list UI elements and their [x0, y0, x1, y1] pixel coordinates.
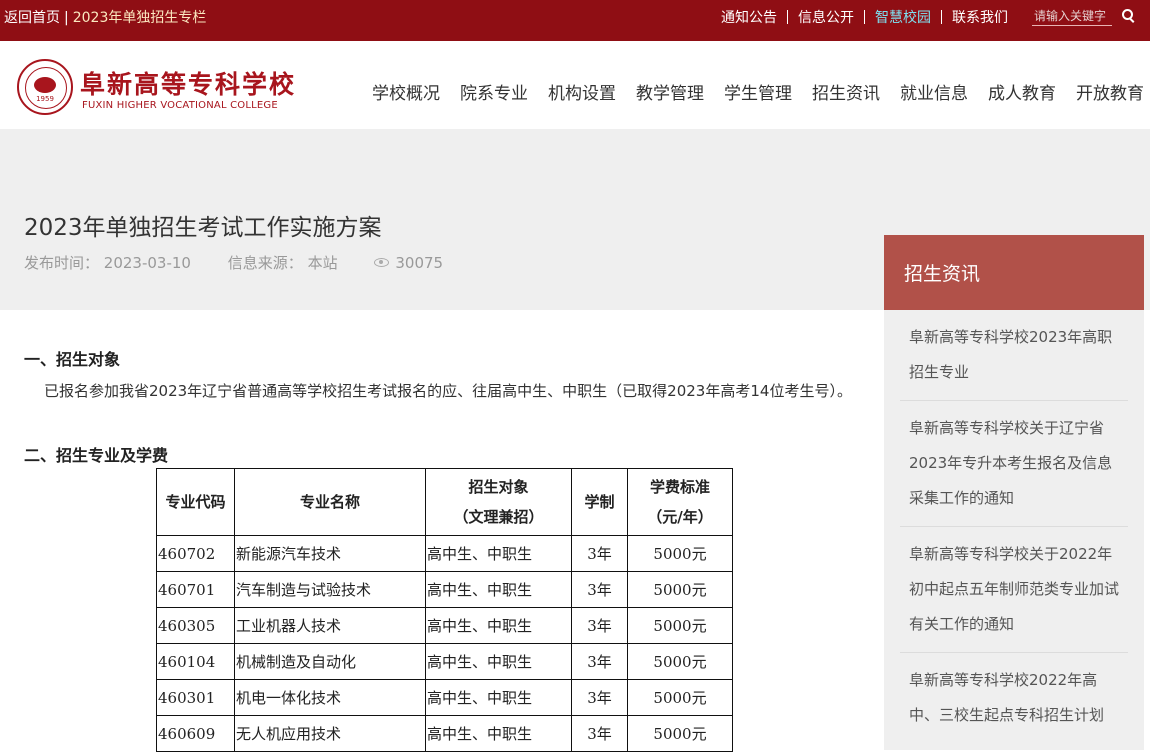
nav-item-employment[interactable]: 就业信息	[900, 84, 968, 104]
cell-code: 460702	[156, 535, 235, 572]
header-fee-line2: （元/年）	[647, 508, 713, 526]
cell-name: 机械制造及自动化	[234, 643, 426, 680]
cell-years: 3年	[571, 571, 628, 608]
cell-fee: 5000元	[627, 607, 733, 644]
table-header-row: 专业代码 专业名称 招生对象 （文理兼招） 学制 学费标准 （元/年）	[156, 468, 733, 536]
school-name-en: FUXIN HIGHER VOCATIONAL COLLEGE	[82, 100, 278, 111]
nav-item-organization[interactable]: 机构设置	[548, 84, 616, 104]
header-name: 专业名称	[234, 468, 426, 536]
majors-table: 专业代码 专业名称 招生对象 （文理兼招） 学制 学费标准 （元/年） 460702…	[156, 468, 733, 752]
divider	[864, 10, 865, 24]
top-right-links: 通知公告 信息公开 智慧校园 联系我们 请输入关键字	[721, 7, 1150, 27]
cell-name: 无人机应用技术	[234, 715, 426, 752]
sidebar-news-item[interactable]: 阜新高等专科学校2022年高中、三校生起点专科招生计划	[900, 653, 1128, 750]
sidebar-news-list: 阜新高等专科学校2023年高职招生专业 阜新高等专科学校关于辽宁省2023年专升…	[884, 310, 1144, 750]
school-emblem-icon[interactable]: 1959	[17, 59, 73, 115]
source-label: 信息来源：	[227, 254, 303, 272]
cell-years: 3年	[571, 715, 628, 752]
nav-item-teaching[interactable]: 教学管理	[636, 84, 704, 104]
cell-target: 高中生、中职生	[425, 571, 572, 608]
section-heading-majors: 二、招生专业及学费	[24, 446, 169, 465]
cell-target: 高中生、中职生	[425, 535, 572, 572]
nav-item-students[interactable]: 学生管理	[724, 84, 792, 104]
divider	[941, 10, 942, 24]
table-row: 460701 汽车制造与试验技术 高中生、中职生 3年 5000元	[156, 571, 733, 608]
cell-name: 工业机器人技术	[234, 607, 426, 644]
cell-years: 3年	[571, 643, 628, 680]
cell-code: 460305	[156, 607, 235, 644]
header-years: 学制	[571, 468, 628, 536]
table-row: 460305 工业机器人技术 高中生、中职生 3年 5000元	[156, 607, 733, 644]
info-public-link[interactable]: 信息公开	[798, 10, 854, 26]
header-target-line2: （文理兼招）	[453, 508, 544, 526]
nav-item-admissions[interactable]: 招生资讯	[812, 84, 880, 104]
contact-link[interactable]: 联系我们	[952, 10, 1008, 26]
cell-code: 460104	[156, 643, 235, 680]
cell-target: 高中生、中职生	[425, 715, 572, 752]
top-left-links: 返回首页 | 2023年单独招生专栏	[4, 7, 206, 27]
cell-fee: 5000元	[627, 715, 733, 752]
emblem-core	[34, 77, 56, 93]
cell-name: 新能源汽车技术	[234, 535, 426, 572]
cell-target: 高中生、中职生	[425, 679, 572, 716]
cell-years: 3年	[571, 679, 628, 716]
main-nav: 学校概况 院系专业 机构设置 教学管理 学生管理 招生资讯 就业信息 成人教育 开放教育	[352, 79, 1144, 104]
cell-name: 机电一体化技术	[234, 679, 426, 716]
divider: |	[64, 10, 69, 26]
cell-code: 460301	[156, 679, 235, 716]
search-icon[interactable]	[1122, 9, 1134, 21]
sidebar-news-item[interactable]: 阜新高等专科学校关于2022年初中起点五年制师范类专业加试有关工作的通知	[900, 527, 1128, 653]
table-row: 460609 无人机应用技术 高中生、中职生 3年 5000元	[156, 715, 733, 752]
publish-date: 2023-03-10	[103, 254, 191, 272]
cell-code: 460701	[156, 571, 235, 608]
page-title: 2023年单独招生考试工作实施方案	[24, 215, 382, 241]
table-row: 460301 机电一体化技术 高中生、中职生 3年 5000元	[156, 679, 733, 716]
cell-fee: 5000元	[627, 643, 733, 680]
smart-campus-link[interactable]: 智慧校园	[875, 10, 931, 26]
home-link[interactable]: 返回首页	[4, 10, 60, 26]
nav-item-open-education[interactable]: 开放教育	[1076, 84, 1144, 104]
sidebar-news-item[interactable]: 阜新高等专科学校2023年高职招生专业	[900, 310, 1128, 401]
header-fee: 学费标准 （元/年）	[627, 468, 733, 536]
cell-years: 3年	[571, 535, 628, 572]
divider	[787, 10, 788, 24]
site-header: 1959 阜新高等专科学校 FUXIN HIGHER VOCATIONAL CO…	[0, 41, 1150, 129]
search-input[interactable]: 请输入关键字	[1032, 7, 1112, 26]
cell-code: 460609	[156, 715, 235, 752]
source-value: 本站	[307, 254, 338, 272]
special-column-link[interactable]: 2023年单独招生专栏	[73, 10, 207, 26]
emblem-year: 1959	[36, 95, 54, 103]
cell-fee: 5000元	[627, 535, 733, 572]
sidebar-title[interactable]: 招生资讯	[884, 235, 1144, 310]
cell-years: 3年	[571, 607, 628, 644]
cell-name: 汽车制造与试验技术	[234, 571, 426, 608]
table-row: 460104 机械制造及自动化 高中生、中职生 3年 5000元	[156, 643, 733, 680]
table-row: 460702 新能源汽车技术 高中生、中职生 3年 5000元	[156, 535, 733, 572]
notice-link[interactable]: 通知公告	[721, 10, 777, 26]
header-code: 专业代码	[156, 468, 235, 536]
nav-item-overview[interactable]: 学校概况	[372, 84, 440, 104]
publish-label: 发布时间：	[24, 254, 100, 272]
top-bar: 返回首页 | 2023年单独招生专栏 通知公告 信息公开 智慧校园 联系我们 请输入关键字	[0, 0, 1150, 41]
eye-icon	[374, 258, 390, 267]
header-target: 招生对象 （文理兼招）	[425, 468, 572, 536]
section-heading-target: 一、招生对象	[24, 350, 121, 369]
cell-target: 高中生、中职生	[425, 607, 572, 644]
cell-target: 高中生、中职生	[425, 643, 572, 680]
cell-fee: 5000元	[627, 679, 733, 716]
nav-item-departments[interactable]: 院系专业	[460, 84, 528, 104]
article-meta: 发布时间： 2023-03-10 信息来源： 本站 30075	[24, 252, 443, 273]
view-count: 30075	[395, 254, 444, 272]
paragraph-target: 已报名参加我省2023年辽宁省普通高等学校招生考试报名的应、往届高中生、中职生（…	[44, 382, 852, 400]
school-name-cn[interactable]: 阜新高等专科学校	[80, 65, 296, 101]
sidebar-news-item[interactable]: 阜新高等专科学校关于辽宁省2023年专升本考生报名及信息采集工作的通知	[900, 401, 1128, 527]
header-fee-line1: 学费标准	[649, 478, 710, 496]
nav-item-adult-education[interactable]: 成人教育	[988, 84, 1056, 104]
header-target-line1: 招生对象	[468, 478, 529, 496]
cell-fee: 5000元	[627, 571, 733, 608]
